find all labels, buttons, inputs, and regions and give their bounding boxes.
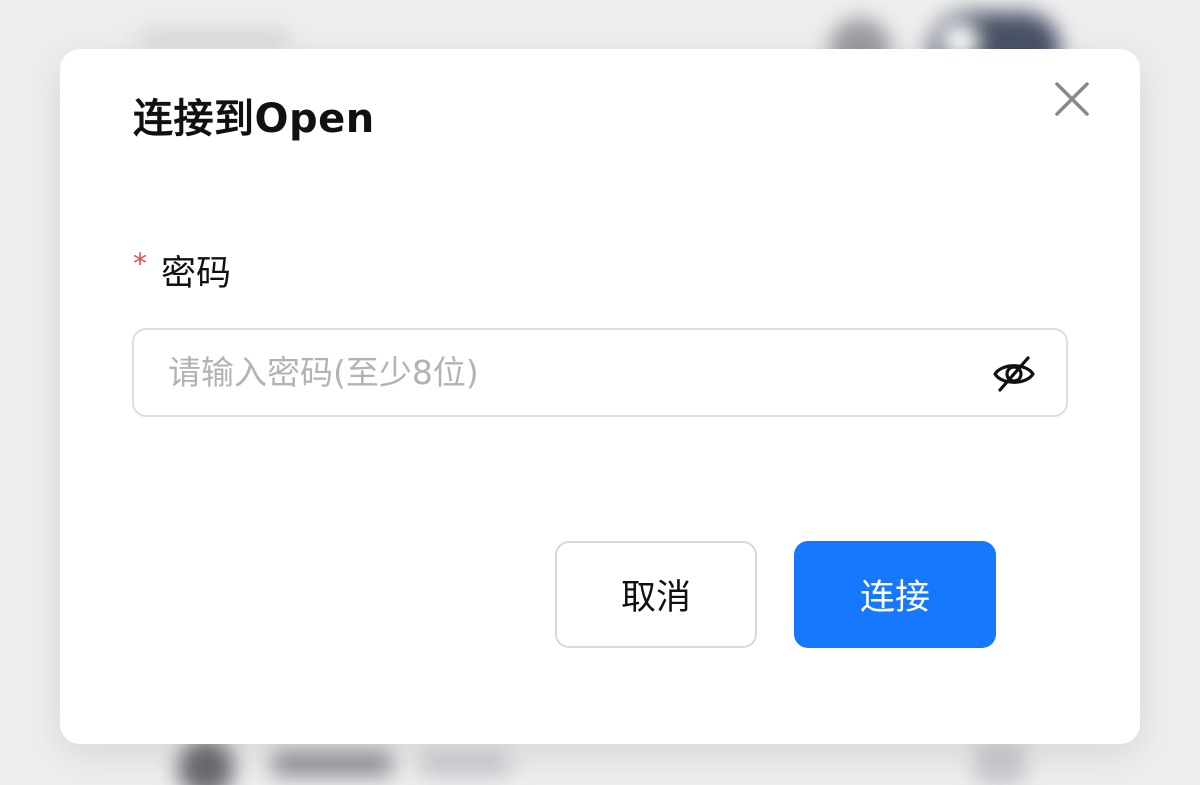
connect-dialog: 连接到Open * 密码 取消 连接	[60, 49, 1140, 744]
close-icon	[1055, 82, 1089, 116]
background-footer-bar	[272, 752, 392, 776]
password-label: * 密码	[133, 247, 232, 294]
close-button[interactable]	[1052, 79, 1092, 119]
password-visibility-toggle[interactable]	[992, 352, 1036, 396]
dialog-title: 连接到Open	[133, 96, 375, 142]
connect-button[interactable]: 连接	[794, 541, 996, 648]
password-input[interactable]	[168, 330, 948, 415]
eye-off-icon	[993, 356, 1035, 392]
password-label-text: 密码	[161, 253, 232, 294]
background-header-bar	[140, 28, 290, 48]
background-footer-bar-secondary	[420, 752, 510, 776]
password-field	[132, 328, 1068, 417]
background-footer-icon	[178, 740, 234, 785]
background-footer-block	[975, 744, 1025, 784]
required-mark: *	[133, 247, 147, 280]
cancel-button[interactable]: 取消	[555, 541, 757, 648]
